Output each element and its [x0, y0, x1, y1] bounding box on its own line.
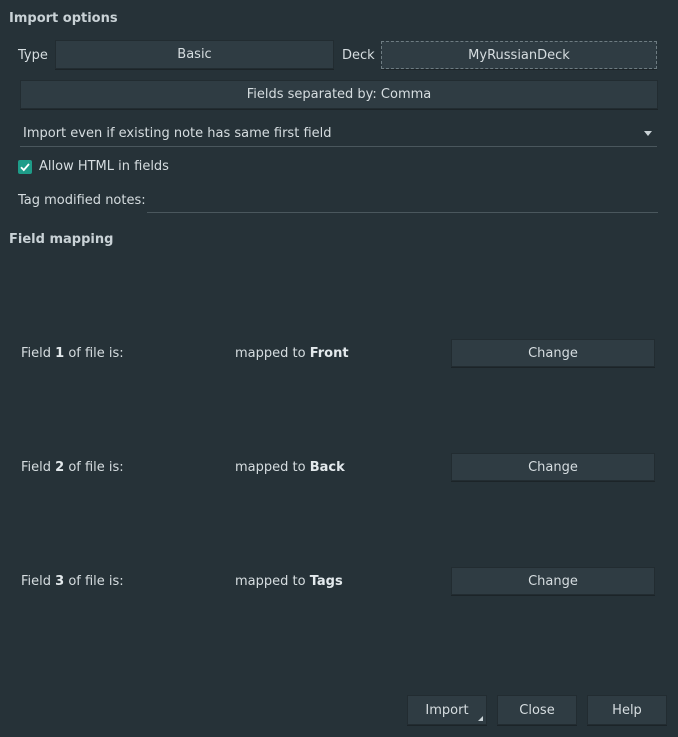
type-label: Type [18, 48, 48, 63]
mapped-to-label: mapped to Back [235, 460, 345, 475]
duplicate-mode-select[interactable]: Import even if existing note has same fi… [20, 120, 657, 147]
mapped-to-label: mapped to Tags [235, 574, 343, 589]
field-label: Field 1 of file is: [21, 346, 124, 361]
type-button[interactable]: Basic [55, 40, 334, 69]
duplicate-mode-value: Import even if existing note has same fi… [23, 125, 332, 141]
chevron-down-icon [644, 131, 652, 136]
field-mapping-row: Field 1 of file is: mapped to Front [21, 346, 441, 366]
deck-label: Deck [342, 48, 375, 63]
field-mapping-row: Field 3 of file is: mapped to Tags [21, 574, 441, 594]
corner-triangle-icon [478, 716, 483, 721]
import-button[interactable]: Import [407, 695, 487, 725]
fields-separator-button[interactable]: Fields separated by: Comma [20, 80, 658, 109]
change-button[interactable]: Change [451, 453, 655, 481]
import-button-label: Import [425, 702, 469, 718]
allow-html-label: Allow HTML in fields [39, 159, 169, 174]
mapped-to-label: mapped to Front [235, 346, 349, 361]
check-icon [20, 163, 30, 172]
deck-button[interactable]: MyRussianDeck [381, 41, 657, 69]
tag-modified-input[interactable] [147, 212, 658, 213]
field-mapping-heading: Field mapping [9, 232, 114, 247]
import-options-heading: Import options [9, 11, 118, 26]
allow-html-checkbox[interactable] [18, 160, 32, 174]
help-button[interactable]: Help [587, 695, 667, 725]
field-label: Field 3 of file is: [21, 574, 124, 589]
field-mapping-row: Field 2 of file is: mapped to Back [21, 460, 441, 480]
tag-modified-label: Tag modified notes: [18, 193, 146, 208]
close-button[interactable]: Close [497, 695, 577, 725]
field-label: Field 2 of file is: [21, 460, 124, 475]
change-button[interactable]: Change [451, 339, 655, 367]
change-button[interactable]: Change [451, 567, 655, 595]
